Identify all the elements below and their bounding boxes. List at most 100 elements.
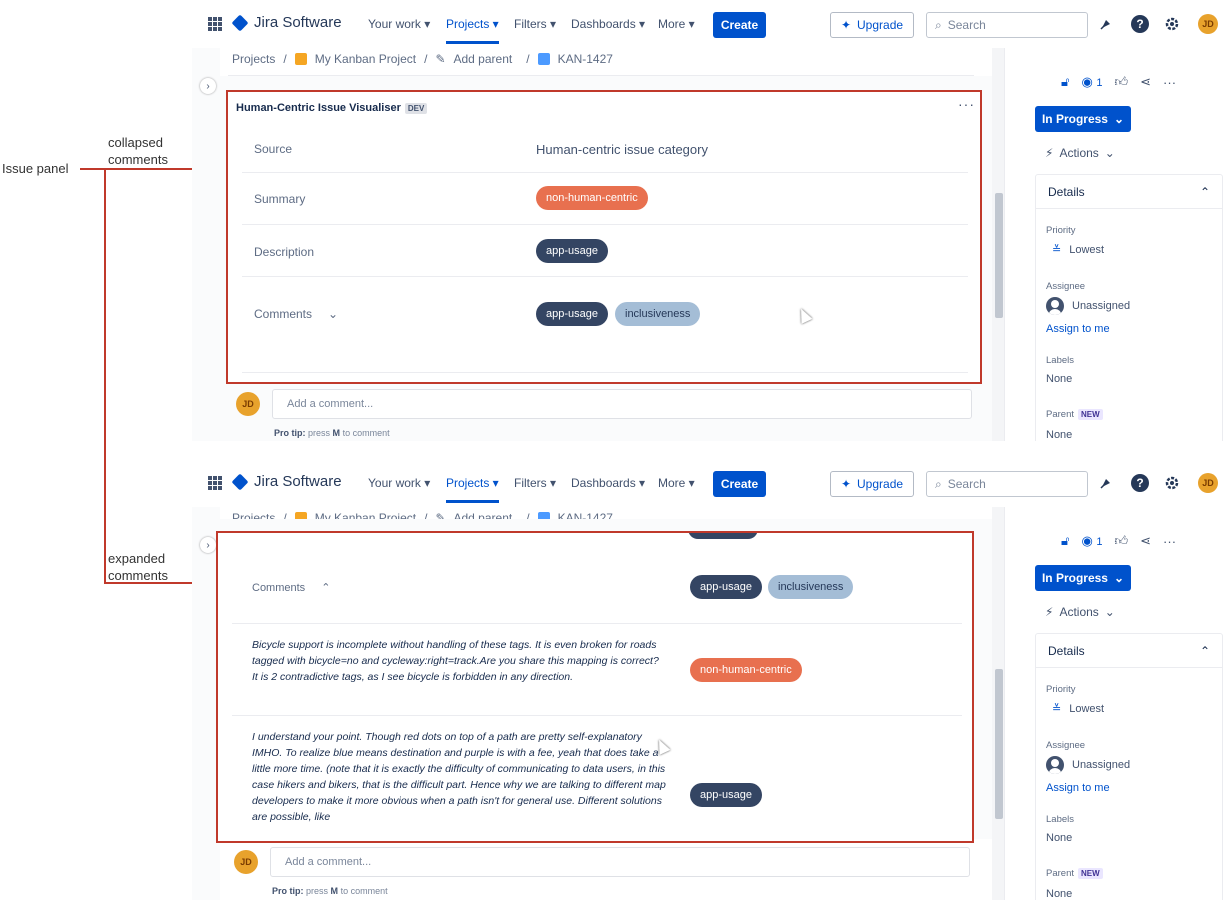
scrollbar[interactable]: [992, 507, 1004, 900]
nav-your-work[interactable]: Your work ▾: [368, 17, 430, 31]
add-comment-input[interactable]: Add a comment...: [272, 389, 972, 419]
breadcrumb-issue-key[interactable]: KAN-1427: [558, 52, 613, 66]
issue-type-icon: [537, 53, 550, 65]
nav-more[interactable]: More ▾: [658, 17, 695, 31]
divider: [242, 172, 968, 173]
nav-filters[interactable]: Filters ▾: [514, 476, 556, 490]
comment-2-text: I understand your point. Though red dots…: [252, 731, 666, 823]
nav-projects[interactable]: Projects ▾: [446, 17, 499, 44]
breadcrumb-separator: /: [283, 52, 287, 66]
scrollbar[interactable]: [992, 48, 1004, 441]
breadcrumb-add-parent[interactable]: Add parent: [454, 52, 513, 66]
help-icon[interactable]: ?: [1130, 473, 1150, 493]
actions-menu[interactable]: ⚡︎ Actions ⌄: [1045, 605, 1115, 619]
assignee-value[interactable]: Unassigned: [1046, 756, 1130, 774]
nav-filters[interactable]: Filters ▾: [514, 17, 556, 31]
search-input[interactable]: ⌕ Search: [926, 471, 1088, 497]
issue-visualiser-panel: Human-Centric Issue Visualiser DEV ··· So…: [226, 90, 982, 384]
labels-value[interactable]: None: [1046, 832, 1072, 844]
breadcrumb-projects[interactable]: Projects: [232, 52, 275, 66]
divider: [232, 623, 962, 624]
scrollbar-thumb[interactable]: [995, 193, 1003, 318]
lightning-icon: ⚡︎: [1045, 146, 1054, 160]
settings-icon[interactable]: [1162, 14, 1182, 34]
labels-value[interactable]: None: [1046, 373, 1072, 385]
unassigned-avatar-icon: [1046, 297, 1064, 315]
assignee-label: Assignee: [1046, 740, 1086, 751]
app-switcher-icon[interactable]: [208, 17, 222, 31]
lock-icon[interactable]: 🔓︎: [1061, 74, 1069, 90]
jira-logo[interactable]: Jira Software: [231, 14, 342, 31]
profile-avatar[interactable]: JD: [1198, 14, 1218, 34]
upgrade-button[interactable]: ✦ Upgrade: [830, 12, 914, 38]
more-icon[interactable]: ···: [1163, 75, 1176, 90]
profile-avatar[interactable]: JD: [1198, 473, 1218, 493]
priority-value[interactable]: ≚ Lowest: [1052, 243, 1104, 257]
jira-logo-icon: [231, 14, 249, 31]
figure: Issue panel collapsed comments expanded …: [0, 0, 1232, 900]
sparkle-icon: ✦: [840, 18, 852, 32]
details-section: Details ⌃ Priority ≚ Lowest Assignee Unass…: [1035, 174, 1223, 441]
comment-2-tag: app-usage: [690, 783, 762, 807]
search-placeholder: Search: [947, 477, 986, 491]
actions-menu[interactable]: ⚡︎ Actions ⌄: [1045, 146, 1115, 160]
priority-value[interactable]: ≚ Lowest: [1052, 702, 1105, 716]
assign-to-me-link[interactable]: Assign to me: [1046, 323, 1110, 335]
comment-1-text: Bicycle support is incomplete without ha…: [252, 639, 659, 683]
parent-value[interactable]: None: [1046, 429, 1072, 441]
nav-projects[interactable]: Projects ▾: [446, 476, 499, 503]
nav-dashboards[interactable]: Dashboards ▾: [571, 476, 645, 490]
comment-avatar: JD: [234, 850, 258, 874]
search-input[interactable]: ⌕ Search: [926, 12, 1088, 38]
details-header[interactable]: Details ⌃: [1036, 175, 1222, 209]
app-switcher-icon[interactable]: [208, 476, 222, 490]
status-button[interactable]: In Progress ⌄: [1035, 565, 1131, 591]
assignee-text: Unassigned: [1072, 759, 1131, 771]
nav-your-work[interactable]: Your work ▾: [368, 476, 430, 490]
new-badge: NEW: [1078, 868, 1103, 879]
notifications-icon[interactable]: [1096, 14, 1116, 34]
help-icon[interactable]: ?: [1130, 14, 1150, 34]
share-icon[interactable]: ⋖: [1140, 533, 1151, 549]
watch-icon[interactable]: ◉ 1: [1081, 74, 1102, 90]
breadcrumb-project[interactable]: My Kanban Project: [315, 52, 416, 66]
lowest-priority-icon: ≚: [1052, 244, 1062, 256]
thumbs-up-icon[interactable]: 👍︎: [1115, 533, 1129, 549]
parent-value[interactable]: None: [1046, 888, 1072, 900]
add-comment-input[interactable]: Add a comment...: [270, 847, 970, 877]
pro-tip-prefix: Pro tip:: [272, 886, 304, 896]
status-button[interactable]: In Progress ⌄: [1035, 106, 1131, 132]
nav-more[interactable]: More ▾: [658, 476, 695, 490]
notifications-icon[interactable]: [1096, 473, 1116, 493]
thumbs-up-icon[interactable]: 👍︎: [1115, 74, 1129, 90]
more-options-icon[interactable]: ···: [958, 96, 975, 112]
watch-icon[interactable]: ◉ 1: [1081, 533, 1102, 549]
nav-dashboards[interactable]: Dashboards ▾: [571, 17, 645, 31]
details-header[interactable]: Details ⌃: [1036, 634, 1222, 668]
parent-label-text: Parent: [1046, 409, 1074, 420]
assignee-value[interactable]: Unassigned: [1046, 297, 1130, 315]
priority-text: Lowest: [1069, 702, 1105, 715]
lock-icon[interactable]: 🔓︎: [1061, 533, 1069, 549]
comment-avatar: JD: [236, 392, 260, 416]
scrollbar-thumb[interactable]: [995, 669, 1003, 819]
create-button[interactable]: Create: [713, 12, 766, 38]
expand-sidebar-icon[interactable]: ›: [200, 78, 216, 94]
comments-toggle[interactable]: Comments ⌄: [254, 307, 338, 321]
issue-sidebar: 🔓︎ ◉ 1 👍︎ ⋖ ··· In Progress ⌄ ⚡︎ Actions ⌄ …: [1004, 48, 1232, 441]
expand-sidebar-icon[interactable]: ›: [200, 537, 216, 553]
comments-tag-inclusiveness: inclusiveness: [615, 302, 701, 326]
watch-count: 1: [1096, 77, 1103, 89]
assign-to-me-link[interactable]: Assign to me: [1046, 782, 1110, 794]
chevron-down-icon: ⌄: [1113, 112, 1125, 126]
comments-toggle[interactable]: Comments ⌃: [252, 581, 330, 594]
upgrade-button[interactable]: ✦ Upgrade: [830, 471, 914, 497]
app-name: Jira Software: [254, 473, 342, 490]
jira-logo[interactable]: Jira Software: [231, 473, 342, 490]
create-button[interactable]: Create: [713, 471, 766, 497]
more-icon[interactable]: ···: [1163, 534, 1176, 549]
settings-icon[interactable]: [1162, 473, 1182, 493]
comments-label: Comments: [252, 582, 306, 594]
parent-label: Parent NEW: [1046, 409, 1103, 420]
share-icon[interactable]: ⋖: [1140, 74, 1151, 90]
